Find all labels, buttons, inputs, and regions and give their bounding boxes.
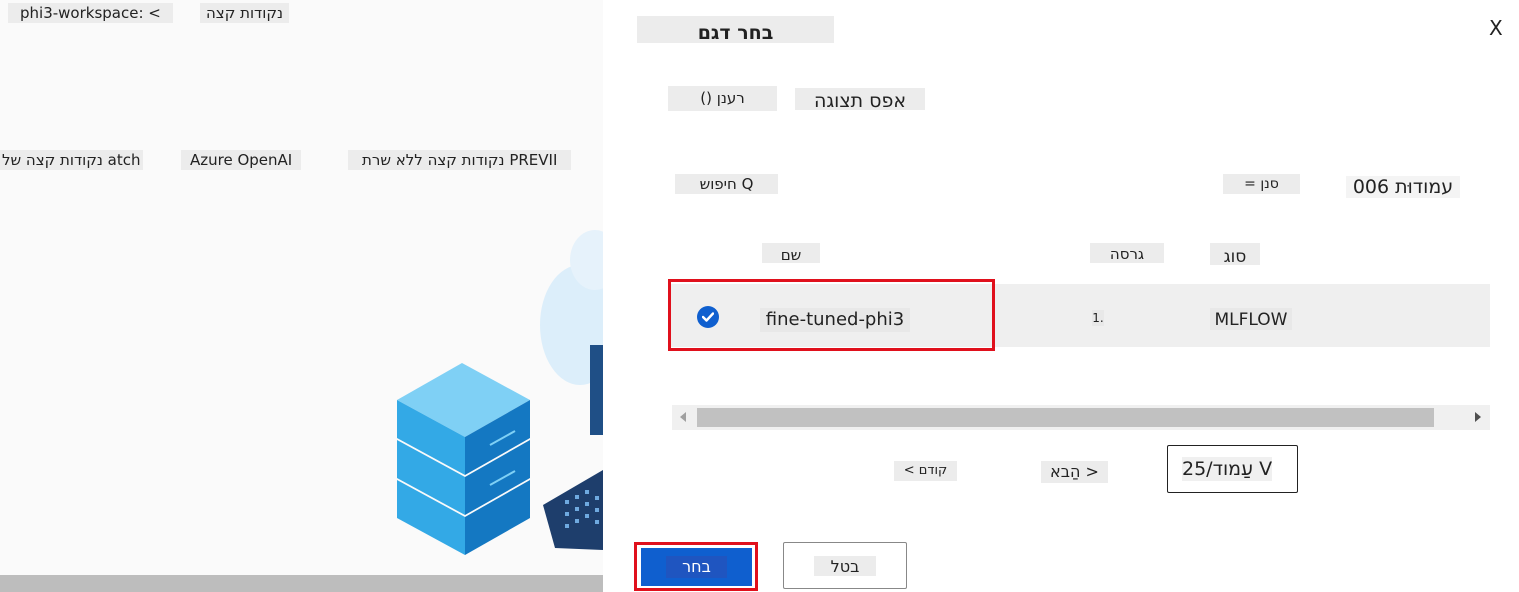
tab-batch-endpoints[interactable]: נקודות קצה של atch — [0, 150, 143, 170]
columns-button[interactable]: 006 עמודוּת — [1346, 176, 1460, 198]
search-button[interactable]: חיפוש Q — [675, 174, 778, 194]
dialog-title: בחר דגם — [637, 16, 834, 44]
select-button-label: בחר — [666, 556, 727, 578]
column-header-type[interactable]: סוג — [1210, 243, 1260, 267]
select-button[interactable]: בחר — [641, 548, 752, 586]
row-version-cell: 1. — [1092, 310, 1104, 326]
cancel-button-label: בטל — [814, 556, 876, 576]
tab-serverless-endpoints[interactable]: נקודות קצה ללא שרת PREVII — [348, 150, 572, 170]
checkmark-icon[interactable] — [697, 306, 719, 328]
scroll-right-icon[interactable] — [1473, 411, 1483, 423]
close-button[interactable]: X — [1489, 16, 1503, 40]
page-size-label: 25/עַמוד V — [1182, 457, 1273, 481]
background-scrollbar[interactable] — [0, 575, 603, 592]
breadcrumb-workspace[interactable]: phi3-workspace: < — [8, 3, 173, 23]
column-header-version[interactable]: גרסה — [1090, 243, 1164, 263]
previous-page-button[interactable]: < קודם — [894, 461, 957, 481]
scrollbar-thumb[interactable] — [697, 408, 1434, 427]
row-name-cell: fine-tuned-phi3 — [760, 308, 910, 332]
breadcrumb-endpoints[interactable]: נקודות קצה — [200, 3, 289, 23]
row-type-cell: MLFLOW — [1210, 308, 1292, 330]
filter-button[interactable]: = סנן — [1223, 174, 1300, 194]
refresh-button[interactable]: () רענן — [668, 86, 777, 111]
tab-azure-openai[interactable]: Azure OpenAI — [181, 150, 302, 170]
cancel-button[interactable]: בטל — [783, 542, 907, 589]
column-header-name[interactable]: שם — [762, 243, 820, 264]
next-page-button[interactable]: הַבא > — [1041, 461, 1108, 483]
reset-view-button[interactable]: אפס תצוגה — [795, 88, 925, 112]
server-illustration — [397, 230, 603, 555]
scroll-left-icon[interactable] — [678, 411, 688, 423]
page-size-dropdown[interactable]: 25/עַמוד V — [1167, 445, 1298, 493]
background-page: phi3-workspace: < נקודות קצה נקודות קצה … — [0, 0, 603, 592]
